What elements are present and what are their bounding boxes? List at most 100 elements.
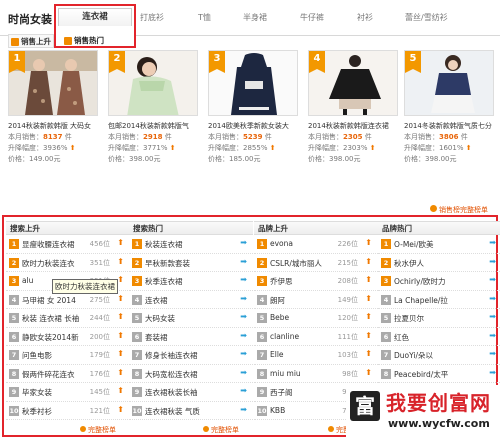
rank-row[interactable]: 2 早秋新款套装 ➡ bbox=[129, 254, 253, 272]
rank-row[interactable]: 8 大码宽松连衣裙 ➡ bbox=[129, 365, 253, 383]
rank-keyword[interactable]: CSLR/城市丽人 bbox=[270, 258, 322, 269]
rank-keyword[interactable]: DuoYi/朵以 bbox=[394, 350, 433, 361]
full-list-link[interactable]: 完整榜单 bbox=[80, 425, 116, 435]
rank-row[interactable]: 3 乔伊思 208位 ⬆ bbox=[254, 272, 378, 291]
rank-keyword[interactable]: 拉夏贝尔 bbox=[394, 313, 424, 324]
subtab-sales-rising[interactable]: 销售上升 bbox=[8, 34, 54, 48]
tab-lace-chiffon[interactable]: 蕾丝/雪纺衫 bbox=[405, 12, 448, 23]
rank-keyword[interactable]: Ochirly/欧时力 bbox=[394, 276, 446, 287]
product-image[interactable]: 4 bbox=[308, 50, 398, 116]
rank-row[interactable]: 6 clanline 111位 ⬆ bbox=[254, 328, 378, 346]
rank-row[interactable]: 10 连衣裙秋装 气质 ➡ bbox=[129, 402, 253, 420]
rank-change: 200位 bbox=[89, 332, 110, 341]
rank-keyword[interactable]: 套装裙 bbox=[145, 332, 168, 343]
rank-keyword[interactable]: 乔伊思 bbox=[270, 276, 293, 287]
rank-row[interactable]: 5 Bebe 120位 ⬆ bbox=[254, 309, 378, 328]
arrow-right-icon: ➡ bbox=[240, 275, 247, 284]
rank-number: 2 bbox=[257, 257, 267, 268]
rank-row[interactable]: 4 朗阿 149位 ⬆ bbox=[254, 291, 378, 309]
rank-row[interactable]: 9 连衣裙秋装长袖 ➡ bbox=[129, 383, 253, 402]
rank-row[interactable]: 6 套装裙 ➡ bbox=[129, 328, 253, 346]
rank-keyword[interactable]: 静欧女装2014新 bbox=[22, 332, 79, 343]
rank-keyword[interactable]: La Chapelle/拉 bbox=[394, 295, 448, 306]
product-image[interactable]: 1 bbox=[8, 50, 98, 116]
rank-row[interactable]: 5 秋装 连衣裙 长袖 244位 ⬆ bbox=[6, 309, 130, 328]
rank-row[interactable]: 7 Elle 103位 ⬆ bbox=[254, 346, 378, 365]
rank-keyword[interactable]: 连衣裙秋装 气质 bbox=[145, 406, 200, 417]
product-name[interactable]: 2014秋装新款韩版连衣裙 bbox=[308, 121, 408, 131]
rank-keyword[interactable]: 秋水伊人 bbox=[394, 258, 424, 269]
rank-row[interactable]: 8 Peacebird/太平 ➡ bbox=[378, 365, 500, 383]
rank-row[interactable]: 3 秋季连衣裙 ➡ bbox=[129, 272, 253, 291]
rank-keyword[interactable]: 秋季连衣裙 bbox=[145, 276, 183, 287]
rank-keyword[interactable]: 欧时力秋装连衣 bbox=[22, 258, 75, 269]
rank-keyword[interactable]: clanline bbox=[270, 332, 299, 341]
rank-keyword[interactable]: 连衣裙秋装长袖 bbox=[145, 387, 198, 398]
rank-keyword[interactable]: 假两件碎花连衣 bbox=[22, 369, 75, 380]
rank-keyword[interactable]: Bebe bbox=[270, 313, 289, 322]
product-name[interactable]: 包邮2014秋装新款韩版气 bbox=[108, 121, 208, 131]
rank-row[interactable]: 4 La Chapelle/拉 ➡ bbox=[378, 291, 500, 309]
rank-keyword[interactable]: 早秋新款套装 bbox=[145, 258, 190, 269]
rank-row[interactable]: 1 O-Mei/欧美 ➡ bbox=[378, 235, 500, 254]
rank-keyword[interactable]: Peacebird/太平 bbox=[394, 369, 448, 380]
tab-tshirt[interactable]: T恤 bbox=[198, 12, 211, 23]
rank-row[interactable]: 7 DuoYi/朵以 ➡ bbox=[378, 346, 500, 365]
rank-row[interactable]: 10 秋季衬衫 121位 ⬆ bbox=[6, 402, 130, 420]
product-name[interactable]: 2014欧美秋季新款女装大 bbox=[208, 121, 308, 131]
subtab-sales-hot[interactable]: 销售热门 bbox=[62, 34, 104, 48]
product-name[interactable]: 2014秋装新款韩版 大码女 bbox=[8, 121, 108, 131]
rank-keyword[interactable]: evona bbox=[270, 239, 293, 248]
rank-change: 120位 bbox=[337, 314, 358, 322]
rank-keyword[interactable]: miu miu bbox=[270, 369, 301, 378]
rank-keyword[interactable]: KBB bbox=[270, 406, 285, 415]
tab-shirt[interactable]: 衬衫 bbox=[357, 12, 373, 23]
rank-row[interactable]: 5 拉夏贝尔 ➡ bbox=[378, 309, 500, 328]
tab-bottoming-shirt[interactable]: 打底衫 bbox=[140, 12, 164, 23]
rank-row[interactable]: 1 秋装连衣裙 ➡ bbox=[129, 235, 253, 254]
rank-keyword[interactable]: 修身长袖连衣裙 bbox=[145, 350, 198, 361]
rank-keyword[interactable]: 秋装连衣裙 bbox=[145, 239, 183, 250]
rank-keyword[interactable]: 朗阿 bbox=[270, 295, 285, 306]
rank-row[interactable]: 2 欧时力秋装连衣 351位 ⬆ bbox=[6, 254, 130, 272]
rank-row[interactable]: 2 秋水伊人 ➡ bbox=[378, 254, 500, 272]
rank-row[interactable]: 8 假两件碎花连衣 176位 ⬆ bbox=[6, 365, 130, 383]
rank-row[interactable]: 3 Ochirly/欧时力 ➡ bbox=[378, 272, 500, 291]
rank-row[interactable]: 7 修身长袖连衣裙 ➡ bbox=[129, 346, 253, 365]
rank-row[interactable]: 6 红色 ➡ bbox=[378, 328, 500, 346]
product-image[interactable]: 5 bbox=[404, 50, 494, 116]
rank-keyword[interactable]: Elle bbox=[270, 350, 284, 359]
rank-keyword[interactable]: 秋装 连衣裙 长袖 bbox=[22, 313, 79, 324]
rank-row[interactable]: 8 miu miu 98位 ⬆ bbox=[254, 365, 378, 383]
rank-keyword[interactable]: 西子阁 bbox=[270, 387, 293, 398]
rank-keyword[interactable]: 马甲裙 女 2014 bbox=[22, 295, 76, 306]
rank-keyword[interactable]: 秋季衬衫 bbox=[22, 406, 52, 417]
product-name[interactable]: 2014冬装新款韩版气质七分 bbox=[404, 121, 500, 131]
rank-row[interactable]: 1 显瘦收腰连衣裙 456位 ⬆ bbox=[6, 235, 130, 254]
rank-keyword[interactable]: 显瘦收腰连衣裙 bbox=[22, 239, 75, 250]
rank-keyword[interactable]: 大码宽松连衣裙 bbox=[145, 369, 198, 380]
rank-row[interactable]: 7 问鱼电影 179位 ⬆ bbox=[6, 346, 130, 365]
tab-jeans[interactable]: 牛仔裤 bbox=[300, 12, 324, 23]
sales-full-list-link[interactable]: 销售榜完整榜单 bbox=[430, 205, 488, 215]
rank-keyword[interactable]: 毕家女装 bbox=[22, 387, 52, 398]
rank-keyword[interactable]: 红色 bbox=[394, 332, 409, 343]
rank-keyword[interactable]: 连衣裙 bbox=[145, 295, 168, 306]
rank-number: 9 bbox=[132, 387, 142, 397]
tab-half-skirt[interactable]: 半身裙 bbox=[243, 12, 267, 23]
tab-dress[interactable]: 连衣裙 bbox=[58, 8, 132, 26]
rank-row[interactable]: 1 evona 226位 ⬆ bbox=[254, 235, 378, 254]
rank-keyword[interactable]: 问鱼电影 bbox=[22, 350, 52, 361]
product-image[interactable]: 3 bbox=[208, 50, 298, 116]
full-list-link[interactable]: 完整榜单 bbox=[203, 425, 239, 435]
rank-row[interactable]: 9 毕家女装 145位 ⬆ bbox=[6, 383, 130, 402]
rank-row[interactable]: 4 连衣裙 ➡ bbox=[129, 291, 253, 309]
rank-keyword[interactable]: O-Mei/欧美 bbox=[394, 239, 434, 250]
rank-row[interactable]: 6 静欧女装2014新 200位 ⬆ bbox=[6, 328, 130, 346]
rank-row[interactable]: 2 CSLR/城市丽人 215位 ⬆ bbox=[254, 254, 378, 272]
rank-change: 275位 bbox=[89, 295, 110, 304]
rank-keyword[interactable]: alu bbox=[22, 276, 33, 285]
rank-row[interactable]: 5 大码女装 ➡ bbox=[129, 309, 253, 328]
rank-keyword[interactable]: 大码女装 bbox=[145, 313, 175, 324]
product-image[interactable]: 2 bbox=[108, 50, 198, 116]
